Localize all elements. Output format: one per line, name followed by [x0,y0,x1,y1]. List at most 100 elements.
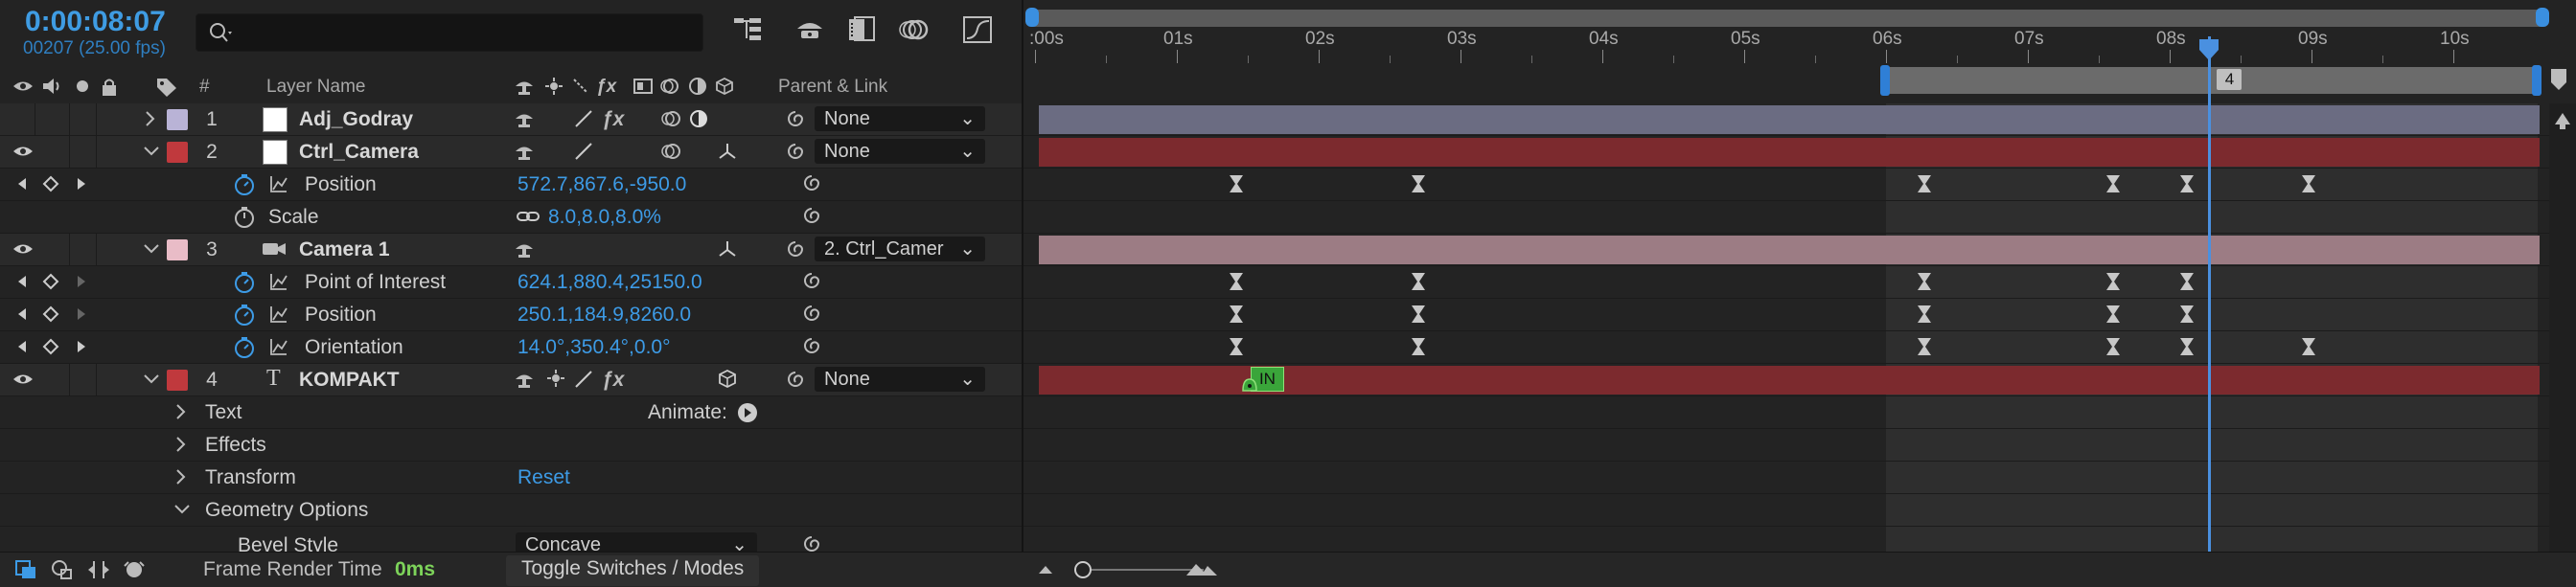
work-area-start-handle[interactable] [1880,65,1890,96]
lock-toggle[interactable] [96,234,131,265]
pickwhip-icon[interactable] [784,141,807,168]
collapse-chevron-icon[interactable] [172,499,192,526]
layer-switches-icon[interactable] [13,558,38,587]
search-input[interactable] [196,13,703,52]
property-row[interactable]: Bevel Style Concave ⌄ [0,527,1024,552]
keyframe-icon[interactable] [2105,337,2121,356]
fx-switch-icon[interactable]: ƒx [602,369,624,392]
switch-collapse-icon[interactable] [544,77,564,102]
label-column-icon[interactable] [155,77,178,103]
label-color-chip[interactable] [167,142,188,163]
switch-motion-blur-icon[interactable] [659,77,680,102]
3d-layer-switch-icon[interactable] [717,141,738,168]
track-row[interactable] [1024,462,2549,494]
3d-layer-switch-icon[interactable] [717,238,738,265]
zoom-out-icon[interactable] [1035,558,1056,585]
property-value[interactable]: 14.0°,350.4°,0.0° [518,336,670,359]
next-keyframe-icon[interactable] [75,304,88,330]
expand-chevron-icon[interactable] [144,108,157,135]
quality-switch-icon[interactable] [573,141,594,168]
track-row[interactable] [1024,201,2549,234]
keyframe-icon[interactable] [1917,337,1932,356]
composition-flowchart-icon[interactable] [730,13,769,48]
stopwatch-icon[interactable] [232,336,257,365]
parent-dropdown[interactable]: None ⌄ [815,367,985,392]
property-row[interactable]: Orientation 14.0°,350.4°,0.0° [0,331,1024,364]
prev-keyframe-icon[interactable] [15,304,29,330]
keyframe-icon[interactable] [1411,305,1426,324]
timeline-tracks[interactable]: IN [1024,103,2576,559]
prev-keyframe-icon[interactable] [15,336,29,363]
graph-toggle-icon[interactable] [268,304,289,330]
time-ruler[interactable]: :00s 01s 02s 03s 04s 05s 06s 07s 08s 09s 10s 4 [1024,0,2576,103]
switch-adjustment-icon[interactable] [688,77,707,102]
property-group-row[interactable]: Geometry Options [0,494,1024,527]
timeline-scroll-area[interactable] [2549,103,2576,552]
property-value[interactable]: 8.0,8.0,8.0% [548,206,661,229]
layer-row[interactable]: 2 Ctrl_Camera None ⌄ [0,136,1024,169]
shy-switch-icon[interactable] [514,238,535,265]
expression-pickwhip-icon[interactable] [801,534,822,552]
add-keyframe-icon[interactable] [42,271,59,298]
pickwhip-icon[interactable] [784,238,807,265]
keyframe-icon[interactable] [2301,174,2316,193]
keyframe-icon[interactable] [2105,305,2121,324]
expression-pickwhip-icon[interactable] [801,336,822,363]
next-keyframe-icon[interactable] [75,271,88,298]
layer-row[interactable]: 1 Adj_Godray ƒx None ⌄ [0,103,1024,136]
track-row[interactable] [1024,299,2549,331]
quality-switch-icon[interactable] [573,108,594,135]
label-color-chip[interactable] [167,370,188,391]
comp-button-icon[interactable] [2551,109,2574,132]
fx-switch-icon[interactable]: ƒx [602,108,624,131]
current-timecode[interactable]: 0:00:08:07 [25,6,166,38]
keyframe-icon[interactable] [2105,272,2121,291]
expression-pickwhip-icon[interactable] [801,206,822,233]
3d-cube-switch-icon[interactable] [717,369,738,395]
animate-menu-icon[interactable] [736,401,759,430]
frame-blending-icon[interactable] [843,13,882,48]
stopwatch-icon[interactable] [232,304,257,332]
playhead-line[interactable] [2208,36,2212,552]
eye-icon[interactable] [12,369,34,395]
property-group-row[interactable]: Transform Reset [0,462,1024,494]
track-row[interactable] [1024,266,2549,299]
eye-icon[interactable] [12,238,34,265]
keyframe-icon[interactable] [1229,272,1244,291]
graph-toggle-icon[interactable] [268,271,289,298]
keyframe-icon[interactable] [1917,272,1932,291]
property-row[interactable]: Point of Interest 624.1,880.4,25150.0 [0,266,1024,299]
property-row[interactable]: Position 572.7,867.6,-950.0 [0,169,1024,201]
switch-fx-icon[interactable]: ƒx [596,77,616,98]
eye-icon[interactable] [12,141,34,168]
solo-column-icon[interactable] [75,77,90,102]
playhead-handle-icon[interactable] [2198,38,2220,61]
graph-toggle-icon[interactable] [268,173,289,200]
track-row[interactable] [1024,494,2549,527]
switch-quality-icon[interactable] [571,77,590,102]
render-time-icon[interactable] [121,558,148,587]
switch-3d-icon[interactable] [715,77,734,102]
reset-link[interactable]: Reset [518,466,570,489]
property-value[interactable]: 624.1,880.4,25150.0 [518,271,702,294]
label-color-chip[interactable] [167,239,188,260]
adjustment-switch-icon[interactable] [688,108,709,135]
audio-column-icon[interactable] [40,77,63,102]
layer-name[interactable]: Ctrl_Camera [299,141,419,164]
shy-switch-icon[interactable] [514,369,535,395]
layer-duration-bar[interactable] [1039,236,2540,264]
column-layer-name[interactable]: Layer Name [266,77,366,98]
timeline-end-icon[interactable] [2549,67,2568,94]
collapse-chevron-icon[interactable] [142,369,161,395]
track-row[interactable] [1024,169,2549,201]
next-keyframe-icon[interactable] [75,336,88,363]
parent-dropdown[interactable]: None ⌄ [815,139,985,164]
add-keyframe-icon[interactable] [42,304,59,330]
prev-keyframe-icon[interactable] [15,271,29,298]
switch-shy-icon[interactable] [514,77,535,102]
expand-chevron-icon[interactable] [174,401,188,428]
keyframe-icon[interactable] [1917,305,1932,324]
transfer-controls-icon[interactable] [50,558,75,587]
property-row[interactable]: Scale 8.0,8.0,8.0% [0,201,1024,234]
constrain-proportions-icon[interactable] [516,206,540,233]
